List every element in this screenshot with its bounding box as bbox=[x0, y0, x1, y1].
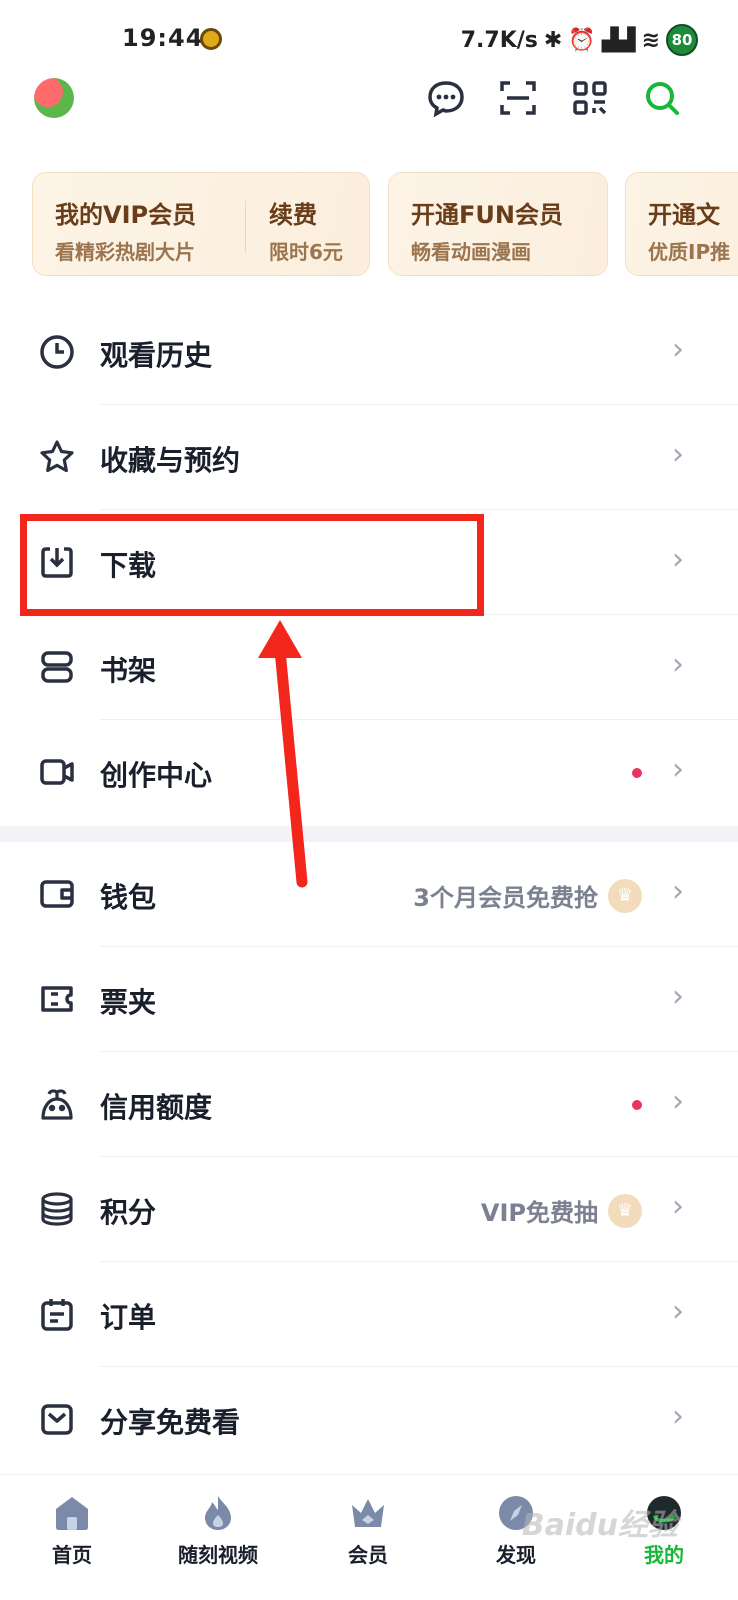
order-icon bbox=[38, 1295, 76, 1333]
vip-card-strip: 我的VIP会员 看精彩热剧大片 续费 限时6元 开通FUN会员 畅看动画漫画 开… bbox=[0, 172, 738, 278]
alarm-icon: ⏰ bbox=[568, 27, 596, 53]
home-icon bbox=[52, 1493, 92, 1533]
tab-home[interactable]: 首页 bbox=[12, 1493, 132, 1568]
tab-label: 会员 bbox=[348, 1543, 388, 1567]
menu-label: 积分 bbox=[100, 1196, 157, 1229]
menu-label: 信用额度 bbox=[100, 1091, 213, 1124]
top-toolbar bbox=[0, 68, 738, 132]
bluetooth-icon: ✱ bbox=[543, 27, 563, 53]
menu-label: 订单 bbox=[100, 1301, 157, 1334]
menu-label: 书架 bbox=[100, 654, 157, 687]
notification-dot bbox=[632, 1100, 642, 1110]
flame-icon bbox=[198, 1493, 238, 1533]
message-icon[interactable] bbox=[426, 78, 466, 118]
network-speed: 7.7K/s bbox=[460, 27, 538, 53]
promo: 3个月会员免费抢 ♛ bbox=[413, 878, 642, 913]
vip-card-literature[interactable]: 开通文 优质IP推 bbox=[625, 172, 738, 276]
menu-item-wallet[interactable]: 钱包 3个月会员免费抢 ♛ › bbox=[0, 842, 738, 947]
tab-suike-video[interactable]: 随刻视频 bbox=[158, 1493, 278, 1568]
menu-item-share[interactable]: 分享免费看 › bbox=[0, 1367, 738, 1472]
credit-icon bbox=[38, 1085, 76, 1123]
vip-title: 开通文 bbox=[648, 201, 720, 229]
vip-divider bbox=[245, 201, 246, 253]
hd-signal-icon: ▟▟ bbox=[601, 27, 636, 53]
vip-subtitle: 看精彩热剧大片 bbox=[55, 240, 195, 264]
chevron-right-icon: › bbox=[672, 1189, 684, 1224]
notification-dot bbox=[632, 768, 642, 778]
chevron-right-icon: › bbox=[672, 437, 684, 472]
qr-code-icon[interactable] bbox=[570, 78, 610, 118]
vip-title: 我的VIP会员 bbox=[55, 201, 197, 229]
menu-item-bookshelf[interactable]: 书架 › bbox=[0, 615, 738, 720]
menu-label: 收藏与预约 bbox=[100, 444, 241, 477]
tab-vip[interactable]: 会员 bbox=[308, 1493, 428, 1568]
annotation-arrow-icon bbox=[258, 620, 308, 888]
bookshelf-icon bbox=[38, 648, 76, 686]
menu-item-favorites[interactable]: 收藏与预约 › bbox=[0, 405, 738, 510]
chevron-right-icon: › bbox=[672, 1084, 684, 1119]
battery-icon: 80 bbox=[666, 24, 698, 56]
app-notification-icon bbox=[200, 28, 222, 50]
search-icon[interactable] bbox=[642, 78, 682, 118]
menu-item-points[interactable]: 积分 VIP免费抽 ♛ › bbox=[0, 1157, 738, 1262]
share-icon bbox=[38, 1400, 76, 1438]
menu-item-ticket-holder[interactable]: 票夹 › bbox=[0, 947, 738, 1052]
vip-subtitle: 优质IP推 bbox=[648, 240, 731, 264]
crown-icon bbox=[348, 1493, 388, 1533]
promo-text: 3个月会员免费抢 bbox=[413, 884, 598, 912]
coins-icon bbox=[38, 1190, 76, 1228]
watermark: Baidu经验 bbox=[521, 1508, 678, 1543]
crown-icon: ♛ bbox=[608, 878, 642, 913]
menu-item-orders[interactable]: 订单 › bbox=[0, 1262, 738, 1367]
tab-label: 首页 bbox=[52, 1543, 92, 1567]
chevron-right-icon: › bbox=[672, 542, 684, 577]
wallet-icon bbox=[38, 875, 76, 913]
menu-item-creation-center[interactable]: 创作中心 › bbox=[0, 720, 738, 825]
crown-icon: ♛ bbox=[608, 1193, 642, 1228]
menu-item-watch-history[interactable]: 观看历史 › bbox=[0, 300, 738, 405]
vip-card-fun[interactable]: 开通FUN会员 畅看动画漫画 bbox=[388, 172, 608, 276]
vip-card-membership[interactable]: 我的VIP会员 看精彩热剧大片 续费 限时6元 bbox=[32, 172, 370, 276]
vip-renew-subtitle: 限时6元 bbox=[269, 240, 343, 264]
vip-title: 开通FUN会员 bbox=[411, 201, 563, 229]
scan-icon[interactable] bbox=[498, 78, 538, 118]
chevron-right-icon: › bbox=[672, 332, 684, 367]
section-divider bbox=[0, 826, 738, 842]
star-icon bbox=[38, 438, 76, 476]
menu-label: 票夹 bbox=[100, 986, 157, 1019]
vip-renew-title: 续费 bbox=[269, 201, 317, 229]
avatar[interactable] bbox=[34, 78, 74, 118]
chevron-right-icon: › bbox=[672, 752, 684, 787]
chevron-right-icon: › bbox=[672, 874, 684, 909]
menu-label: 钱包 bbox=[100, 881, 157, 914]
annotation-highlight-box bbox=[20, 514, 484, 616]
status-time: 19:44 bbox=[122, 24, 204, 52]
chevron-right-icon: › bbox=[672, 1399, 684, 1434]
status-indicators: 7.7K/s ✱ ⏰ ▟▟ ≋ 80 bbox=[461, 24, 698, 56]
tab-label: 随刻视频 bbox=[178, 1543, 258, 1567]
promo-text: VIP免费抽 bbox=[480, 1199, 598, 1227]
chevron-right-icon: › bbox=[672, 647, 684, 682]
vip-subtitle: 畅看动画漫画 bbox=[411, 240, 531, 264]
menu-label: 创作中心 bbox=[100, 759, 213, 792]
ticket-icon bbox=[38, 980, 76, 1018]
menu-item-credit-limit[interactable]: 信用额度 › bbox=[0, 1052, 738, 1157]
clock-icon bbox=[38, 333, 76, 371]
menu-label: 观看历史 bbox=[100, 339, 213, 372]
video-camera-icon bbox=[38, 753, 76, 791]
menu-label: 分享免费看 bbox=[100, 1406, 241, 1439]
chevron-right-icon: › bbox=[672, 1294, 684, 1329]
promo: VIP免费抽 ♛ bbox=[481, 1193, 642, 1228]
chevron-right-icon: › bbox=[672, 979, 684, 1014]
wifi-icon: ≋ bbox=[641, 27, 660, 53]
